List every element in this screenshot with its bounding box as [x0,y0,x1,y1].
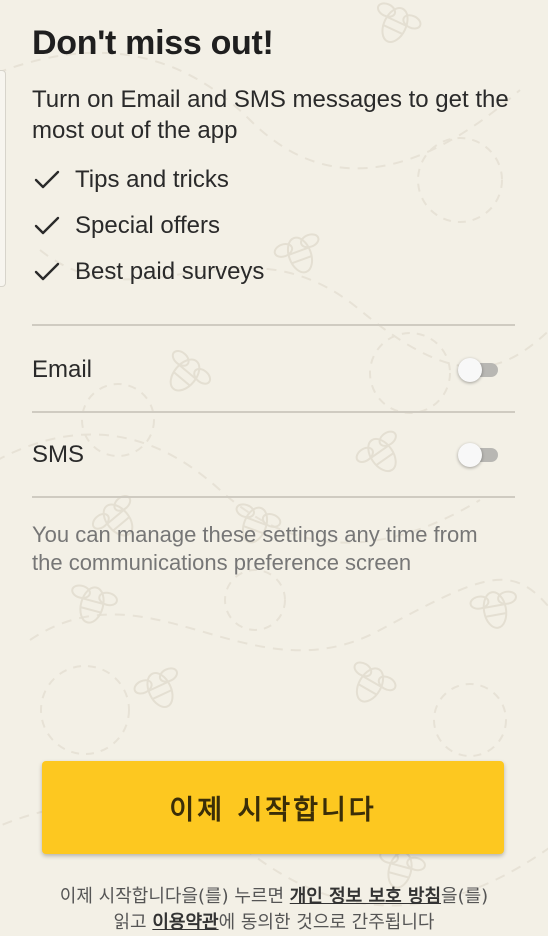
privacy-policy-link[interactable]: 개인 정보 보호 방침 [290,886,441,907]
legal-line-2: 읽고 이용약관에 동의한 것으로 간주됩니다 [0,910,548,936]
email-setting-row[interactable]: Email [32,328,515,412]
divider [32,496,515,498]
divider [32,324,515,326]
sms-toggle[interactable] [458,443,500,467]
sms-toggle-thumb [458,443,482,467]
terms-of-use-link[interactable]: 이용약관 [152,912,218,933]
legal-text: 읽고 [113,912,153,933]
email-toggle[interactable] [458,358,500,382]
email-toggle-thumb [458,358,482,382]
legal-line-1: 이제 시작합니다을(를) 누르면 개인 정보 보호 방침을(를) [0,884,548,910]
checkmark-icon [34,170,60,189]
email-setting-label: Email [32,356,93,383]
get-started-button[interactable]: 이제 시작합니다 [42,761,504,854]
edge-panel-handle[interactable] [0,70,6,287]
onboarding-screen: Don't miss out! Turn on Email and SMS me… [0,0,548,935]
legal-text: 에 동의한 것으로 간주됩니다 [218,912,435,933]
legal-text: 을(를) [441,886,489,907]
benefit-item: Special offers [34,203,264,249]
legal-text: 이제 시작합니다을(를) 누르면 [59,886,290,907]
sms-setting-row[interactable]: SMS [32,413,515,497]
checkmark-icon [34,216,60,235]
benefits-list: Tips and tricks Special offers Best paid… [34,157,264,295]
benefit-label: Best paid surveys [75,258,265,285]
page-subtitle: Turn on Email and SMS messages to get th… [32,86,509,144]
benefit-item: Best paid surveys [34,249,264,295]
page-title: Don't miss out! [32,24,274,62]
legal-notice: 이제 시작합니다을(를) 누르면 개인 정보 보호 방침을(를) 읽고 이용약관… [0,884,548,936]
settings-note: You can manage these settings any time f… [32,522,478,575]
sms-setting-label: SMS [32,441,85,468]
benefit-label: Tips and tricks [75,166,229,193]
checkmark-icon [34,262,60,281]
benefit-item: Tips and tricks [34,157,264,203]
benefit-label: Special offers [75,212,220,239]
